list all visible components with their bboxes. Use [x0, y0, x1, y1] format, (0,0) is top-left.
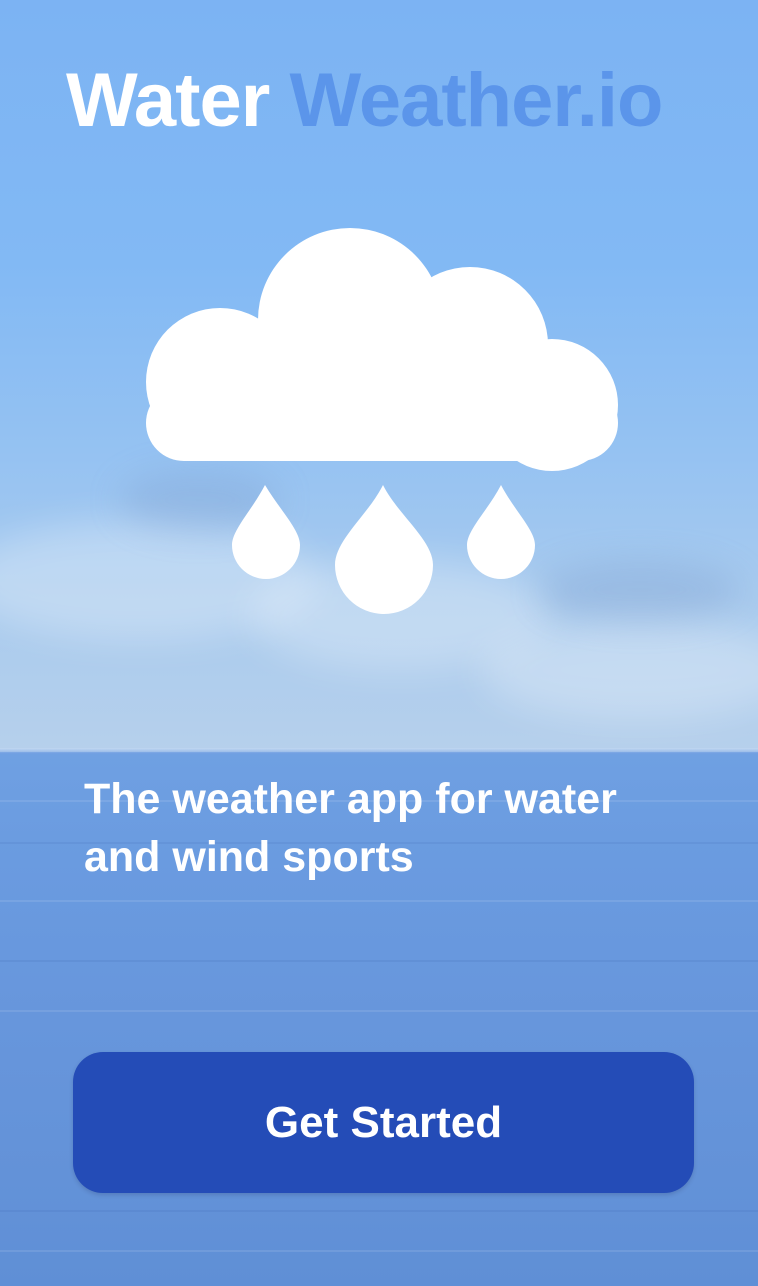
sea-wave [0, 960, 758, 962]
tagline: The weather app for water and wind sport… [84, 775, 617, 881]
sea-wave [0, 1250, 758, 1252]
onboarding-screen: Water Weather.io The weather app for wat… [0, 0, 758, 1286]
cloud-rain-icon [146, 228, 618, 614]
sea-wave [0, 900, 758, 902]
app-title-weather-io: Weather.io [289, 58, 663, 143]
horizon-line [0, 748, 758, 754]
app-title-water: Water [66, 58, 270, 143]
sea-wave [0, 1010, 758, 1012]
sea-wave [0, 1210, 758, 1212]
app-title: Water Weather.io [66, 58, 663, 144]
get-started-button[interactable]: Get Started [73, 1052, 694, 1193]
